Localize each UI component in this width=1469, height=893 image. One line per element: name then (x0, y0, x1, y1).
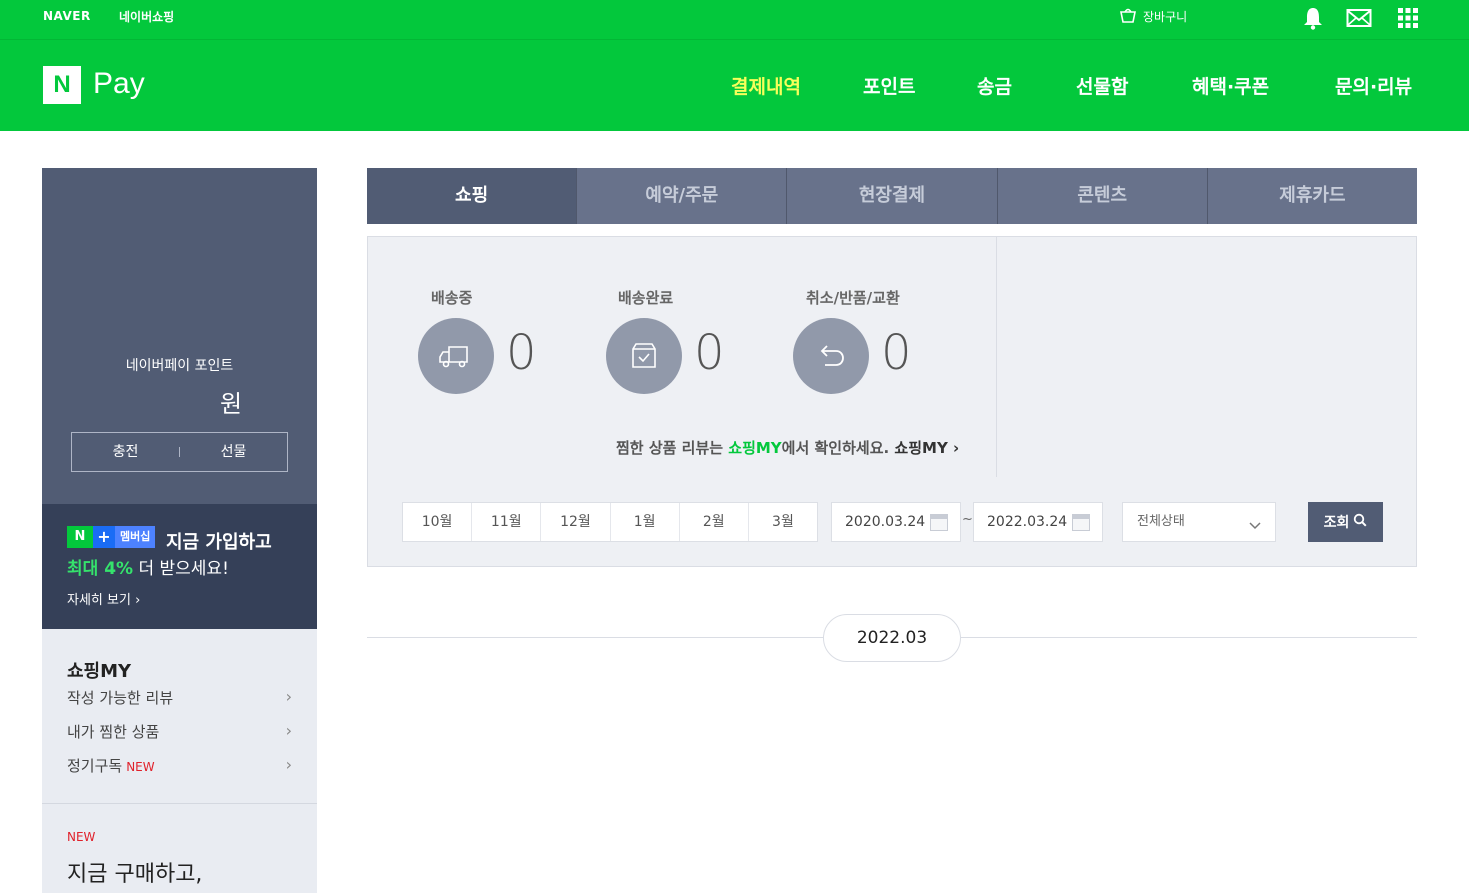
membership-badge-word: 멤버십 (115, 526, 156, 548)
mail-icon[interactable] (1346, 5, 1372, 31)
status-count: 0 (694, 325, 725, 381)
review-prefix: 찜한 상품 리뷰는 (616, 439, 729, 457)
tab-reservation-order[interactable]: 예약/주문 (576, 168, 786, 224)
shopping-my-item-label: 내가 찜한 상품 (67, 723, 160, 741)
npay-logo-icon[interactable]: N (43, 66, 81, 104)
delivery-status-panel: 배송중 0 배송완료 0 취소/반품/교환 0 찜한 상품 리뷰는 쇼핑MY에서… (367, 236, 1417, 478)
membership-more-link[interactable]: 자세히 보기 › (67, 589, 140, 608)
search-button-label: 조회 (1323, 515, 1350, 531)
naver-shopping-link[interactable]: 네이버쇼핑 (119, 8, 174, 25)
nav-points[interactable]: 포인트 (863, 72, 915, 99)
tab-shopping[interactable]: 쇼핑 (367, 168, 577, 224)
promo-text: 지금 구매하고, (67, 862, 203, 887)
naver-logo[interactable]: NAVER (43, 9, 91, 23)
date-to-value: 2022.03.24 (987, 514, 1068, 530)
category-tabs: 쇼핑 예약/주문 현장결제 콘텐츠 제휴카드 (367, 168, 1417, 224)
shopping-my-item-label: 작성 가능한 리뷰 (67, 689, 174, 707)
month-button[interactable]: 10월 (403, 503, 471, 541)
calendar-icon[interactable] (930, 514, 948, 531)
membership-highlight: 최대 4% (67, 559, 134, 579)
divider (996, 237, 997, 478)
calendar-icon[interactable] (1072, 514, 1090, 531)
shopping-my-item-subscription[interactable]: 정기구독 NEW › (67, 755, 292, 776)
truck-icon (418, 318, 494, 394)
month-selector: 10월 11월 12월 1월 2월 3월 (402, 502, 818, 542)
chevron-down-icon (1247, 511, 1263, 530)
membership-banner[interactable]: N + 멤버십 지금 가입하고 최대 4% 더 받으세요! 자세히 보기 › (42, 504, 317, 629)
date-from-input[interactable]: 2020.03.24 (831, 502, 961, 542)
status-count: 0 (506, 325, 537, 381)
month-button[interactable]: 3월 (747, 503, 817, 541)
promo-panel[interactable]: NEW 지금 구매하고, (42, 803, 317, 893)
month-group-header: 2022.03 (823, 614, 961, 662)
period-filter: 10월 11월 12월 1월 2월 3월 2020.03.24 ~ 2022.0… (367, 477, 1417, 567)
points-label: 네이버페이 포인트 (125, 358, 234, 374)
membership-badge: N + 멤버십 (67, 526, 156, 548)
date-separator: ~ (962, 512, 973, 527)
review-shopping-my-link[interactable]: 찜한 상품 리뷰는 쇼핑MY에서 확인하세요. 쇼핑MY › (616, 437, 959, 458)
membership-subline: 최대 4% 더 받으세요! (67, 554, 229, 579)
search-icon (1353, 513, 1367, 531)
new-badge: NEW (126, 760, 155, 774)
return-arrow-icon (793, 318, 869, 394)
month-button[interactable]: 2월 (678, 503, 748, 541)
nav-payment-history[interactable]: 결제내역 (731, 72, 801, 99)
status-label: 배송완료 (618, 289, 674, 307)
shopping-my-item-wishlist[interactable]: 내가 찜한 상품 › (67, 721, 292, 742)
chevron-right-icon: › (285, 755, 292, 774)
status-label: 배송중 (431, 289, 473, 307)
membership-subline-rest: 더 받으세요! (133, 559, 229, 579)
points-panel: 네이버페이 포인트 원 충전 선물 (42, 168, 317, 504)
gift-button[interactable]: 선물 (180, 433, 287, 471)
tab-partner-card[interactable]: 제휴카드 (1206, 168, 1417, 224)
nav-gift-box[interactable]: 선물함 (1076, 72, 1128, 99)
chevron-right-icon: › (285, 721, 292, 740)
status-label: 취소/반품/교환 (806, 289, 900, 307)
status-select[interactable]: 전체상태 (1122, 502, 1276, 542)
tab-onsite-payment[interactable]: 현장결제 (786, 168, 996, 224)
status-count: 0 (881, 325, 912, 381)
header: N Pay 결제내역 포인트 송금 선물함 혜택·쿠폰 문의·리뷰 (0, 40, 1469, 131)
review-green-text: 쇼핑MY (728, 439, 782, 457)
shopping-my-title[interactable]: 쇼핑MY (67, 657, 131, 683)
apps-grid-icon[interactable] (1395, 5, 1421, 31)
charge-button[interactable]: 충전 (72, 433, 179, 471)
date-from-value: 2020.03.24 (845, 514, 926, 530)
points-unit: 원 (220, 390, 243, 418)
cart-label: 장바구니 (1143, 10, 1188, 24)
bell-icon[interactable] (1300, 5, 1326, 31)
nav-transfer[interactable]: 송금 (977, 72, 1012, 99)
shopping-my-panel: 쇼핑MY 작성 가능한 리뷰 › 내가 찜한 상품 › 정기구독 NEW › (42, 629, 317, 803)
nav-benefits-coupons[interactable]: 혜택·쿠폰 (1192, 72, 1269, 99)
top-bar: NAVER 네이버쇼핑 장바구니 (0, 0, 1469, 40)
cart-link[interactable]: 장바구니 (1119, 7, 1187, 26)
nav-inquiry-reviews[interactable]: 문의·리뷰 (1335, 72, 1412, 99)
month-button[interactable]: 1월 (609, 503, 679, 541)
membership-headline: 지금 가입하고 (166, 532, 272, 553)
search-button[interactable]: 조회 (1308, 502, 1383, 542)
cart-icon (1119, 7, 1137, 26)
review-link-text: 쇼핑MY › (894, 439, 960, 457)
shopping-my-item-label: 정기구독 (67, 757, 123, 775)
shopping-my-item-reviewable[interactable]: 작성 가능한 리뷰 › (67, 687, 292, 708)
chevron-right-icon: › (285, 687, 292, 706)
month-button[interactable]: 12월 (540, 503, 609, 541)
membership-badge-n: N (67, 526, 93, 548)
membership-badge-plus: + (93, 526, 115, 548)
month-button[interactable]: 11월 (471, 503, 540, 541)
npay-logo-text[interactable]: Pay (93, 67, 145, 101)
tab-contents[interactable]: 콘텐츠 (996, 168, 1207, 224)
points-actions: 충전 선물 (71, 432, 288, 472)
date-to-input[interactable]: 2022.03.24 (973, 502, 1103, 542)
box-check-icon (606, 318, 682, 394)
review-mid-text: 에서 확인하세요. (781, 439, 895, 457)
new-badge: NEW (67, 830, 96, 844)
status-select-value: 전체상태 (1137, 514, 1185, 529)
